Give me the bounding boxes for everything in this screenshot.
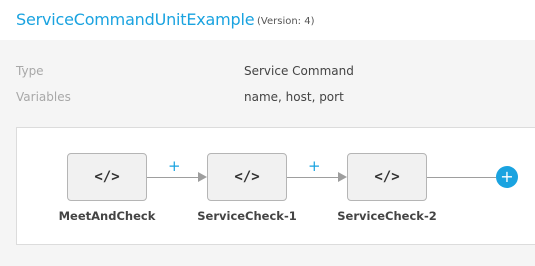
step-node-meetandcheck[interactable]: </>: [67, 153, 147, 201]
step-node-servicecheck-2[interactable]: </>: [347, 153, 427, 201]
insert-step-button[interactable]: +: [168, 157, 181, 175]
version-label: (Version: 4): [257, 16, 315, 27]
step-node-servicecheck-1[interactable]: </>: [207, 153, 287, 201]
code-icon: </>: [234, 169, 260, 185]
code-icon: </>: [94, 169, 120, 185]
step-label-servicecheck-2: ServiceCheck-2: [337, 209, 437, 223]
step-label-meetandcheck: MeetAndCheck: [58, 209, 156, 223]
connector-line: [427, 177, 496, 178]
step-label-servicecheck-1: ServiceCheck-1: [197, 209, 297, 223]
insert-step-button[interactable]: +: [308, 157, 321, 175]
type-label: Type: [16, 64, 44, 78]
connector-line: [147, 177, 199, 178]
variables-label: Variables: [16, 90, 71, 104]
plus-icon: +: [500, 167, 514, 186]
page-header: ServiceCommandUnitExample (Version: 4): [0, 0, 535, 40]
code-icon: </>: [374, 169, 400, 185]
connector-arrow: [338, 172, 347, 182]
workflow-canvas: </> MeetAndCheck + </> ServiceCheck-1 + …: [16, 127, 535, 245]
add-step-button[interactable]: +: [496, 166, 518, 188]
type-value: Service Command: [244, 64, 354, 78]
connector-arrow: [198, 172, 207, 182]
page-title: ServiceCommandUnitExample: [16, 10, 255, 29]
variables-value: name, host, port: [244, 90, 344, 104]
connector-line: [287, 177, 339, 178]
